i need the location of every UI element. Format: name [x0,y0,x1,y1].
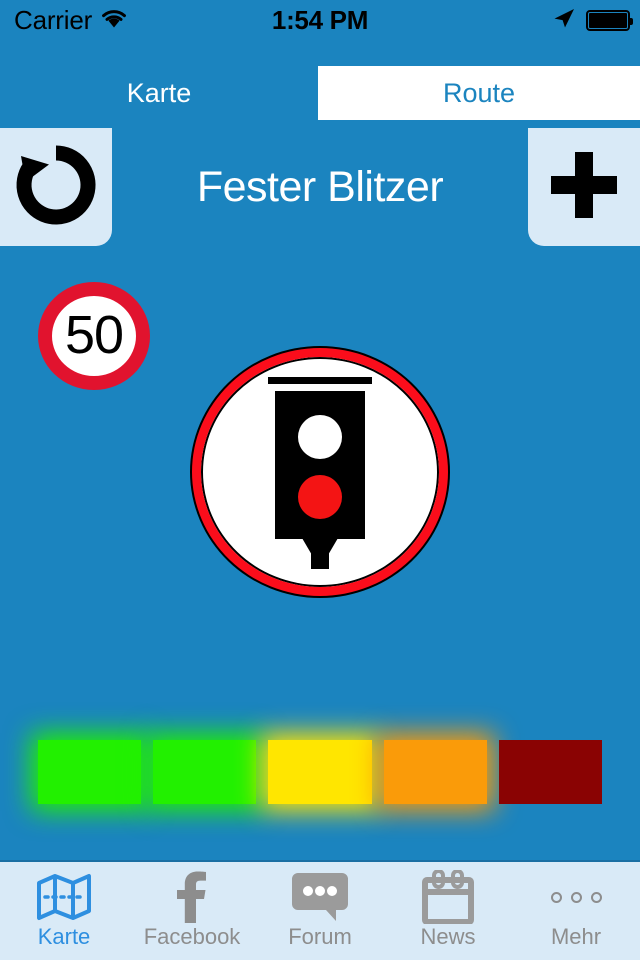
battery-full-icon [586,9,633,31]
title-bar: Fester Blitzer [0,128,640,246]
status-bar-right [552,0,633,40]
location-arrow-icon [552,6,576,35]
speed-camera-glyph [268,377,372,569]
segmented-control: Karte Route [0,66,640,120]
speed-limit-sign-icon[interactable]: 50 [38,282,150,390]
status-bar-time: 1:54 PM [271,4,369,35]
segment-karte[interactable]: Karte [0,66,318,120]
camera-lens-red [298,475,342,519]
rating-block-4[interactable] [383,740,487,804]
camera-lens-white [298,415,342,459]
tab-facebook[interactable]: Facebook [128,862,256,960]
rating-block-2[interactable] [153,740,257,804]
more-dots-icon [550,869,602,925]
tab-label-mehr: Mehr [550,924,602,949]
tab-forum[interactable]: Forum [256,862,384,960]
camera-hood [268,377,372,384]
tab-mehr[interactable]: Mehr [512,862,640,960]
camera-post [311,551,329,569]
speed-limit-value: 50 [64,305,124,365]
rating-blocks [38,740,603,804]
tab-label-karte: Karte [37,924,91,949]
map-icon [36,869,92,925]
facebook-icon [172,869,212,925]
app-screen: Carrier 1:54 PM Karte Route Fester Blitz… [0,0,640,960]
tab-label-facebook: Facebook [143,924,241,949]
tab-bar: Karte Facebook Forum News Mehr [0,860,640,960]
calendar-icon [420,869,476,925]
tab-karte[interactable]: Karte [0,862,128,960]
tab-label-forum: Forum [288,924,352,949]
rating-block-1[interactable] [38,740,142,804]
status-bar: Carrier 1:54 PM [0,0,640,40]
add-button[interactable] [528,128,640,246]
fixed-speed-camera-icon[interactable] [192,348,448,596]
segment-route[interactable]: Route [318,66,640,120]
tab-label-news: News [420,924,476,949]
chat-bubble-icon [292,869,348,925]
rating-block-5[interactable] [498,740,603,804]
tab-news[interactable]: News [384,862,512,960]
rating-block-3[interactable] [268,740,372,804]
plus-icon [546,147,622,228]
